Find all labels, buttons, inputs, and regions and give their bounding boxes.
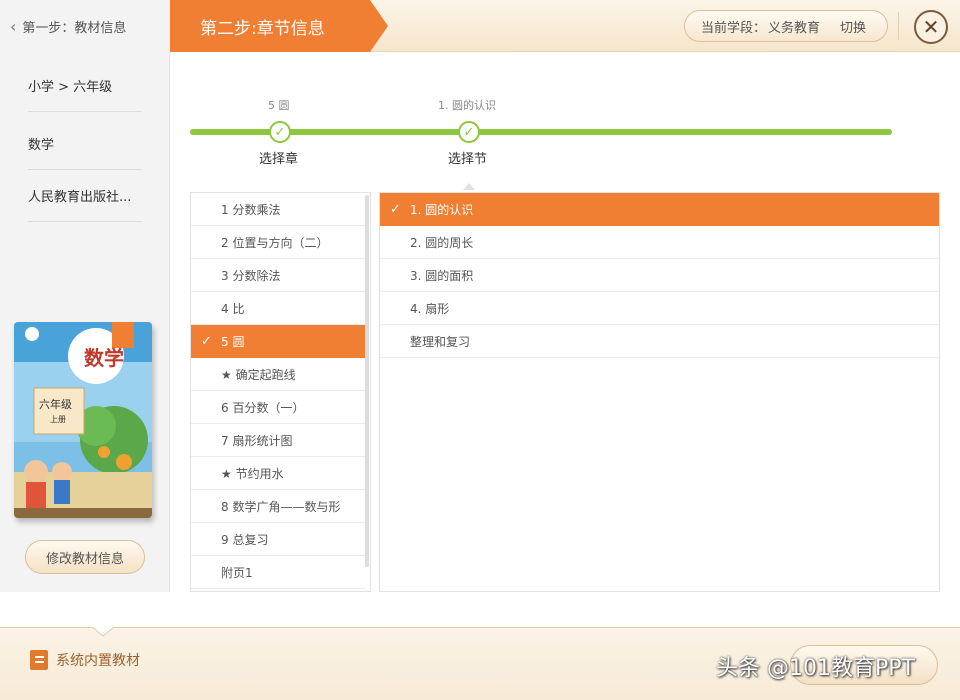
header-bar: ‹ 第一步：教材信息 第二步:章节信息 当前学段： 义务教育 切换 ✕ [0, 0, 960, 52]
chapter-item-selected[interactable]: ✓ 5 圆 [191, 325, 365, 358]
chapter-item[interactable]: 4 比 [191, 292, 365, 325]
chapter-label: 7 扇形统计图 [221, 433, 293, 448]
chapter-item[interactable]: 3 分数除法 [191, 259, 365, 292]
chapter-item[interactable]: 8 数学广角——数与形 [191, 490, 365, 523]
stage-label: 当前学段： [701, 20, 767, 36]
chapter-item[interactable]: 2 位置与方向（二） [191, 226, 365, 259]
chapter-label: 1 分数乘法 [221, 202, 281, 217]
close-button[interactable]: ✕ [914, 10, 948, 44]
step1-label: 第一步：教材信息 [22, 20, 127, 36]
builtin-textbook-label: 系统内置教材 [56, 653, 140, 669]
step1-back-button[interactable]: ‹ 第一步：教材信息 [0, 0, 170, 52]
chapter-item[interactable]: 附页1 [191, 556, 365, 589]
chapter-label: ★ 确定起跑线 [221, 367, 296, 382]
textbook-info-panel: 小学 > 六年级 数学 人民教育出版社... 数学 六年级 上册 修改教材信息 [0, 52, 170, 592]
chapter-list: 1 分数乘法 2 位置与方向（二） 3 分数除法 4 比 ✓ 5 圆 ★ 确定起… [190, 192, 371, 592]
chapter-label: 4 比 [221, 301, 245, 316]
caret-up-icon [463, 183, 475, 190]
step2-current-tab: 第二步:章节信息 [170, 0, 388, 52]
textbook-cover: 数学 六年级 上册 [14, 322, 152, 518]
chapter-list-scrollbar[interactable] [365, 195, 369, 567]
book-volume: 上册 [50, 415, 66, 424]
grade-info: 小学 > 六年级 [28, 60, 142, 112]
section-item[interactable]: 3. 圆的面积 [380, 259, 939, 292]
section-label: 4. 扇形 [410, 301, 450, 316]
section-item[interactable]: 整理和复习 [380, 325, 939, 358]
progress-step1-check-icon: ✓ [269, 121, 291, 143]
chapter-item[interactable]: 6 百分数（一） [191, 391, 365, 424]
check-icon: ✓ [390, 201, 401, 217]
chapter-label: ★ 节约用水 [221, 466, 284, 481]
chapter-item[interactable]: 9 总复习 [191, 523, 365, 556]
switch-stage-button[interactable]: 切换 [840, 17, 866, 36]
progress-step1-value: 5 圆 [268, 99, 290, 112]
watermark-text: 头条 @101教育PPT [716, 656, 915, 681]
chapter-item[interactable]: 1 分数乘法 [191, 193, 365, 226]
builtin-textbook-button[interactable]: 系统内置教材 [30, 650, 140, 670]
section-item-selected[interactable]: ✓ 1. 圆的认识 [380, 193, 939, 226]
document-icon [30, 650, 48, 670]
book-title: 数学 [84, 346, 124, 370]
chapter-label: 2 位置与方向（二） [221, 235, 329, 250]
book-grade: 六年级 [39, 398, 72, 411]
check-icon: ✓ [201, 333, 212, 349]
section-list: ✓ 1. 圆的认识 2. 圆的周长 3. 圆的面积 4. 扇形 整理和复习 [379, 192, 940, 592]
progress-step1-name: 选择章 [259, 152, 299, 167]
chapter-label: 8 数学广角——数与形 [221, 499, 341, 514]
chapter-label: 5 圆 [221, 334, 245, 349]
close-icon: ✕ [922, 15, 940, 39]
publisher-info: 人民教育出版社... [28, 170, 142, 222]
subject-info: 数学 [28, 118, 142, 170]
chapter-label: 附页1 [221, 565, 253, 580]
header-divider [898, 12, 899, 40]
modify-textbook-button[interactable]: 修改教材信息 [25, 540, 145, 574]
step2-label: 第二步:章节信息 [200, 19, 325, 39]
chapter-label: 9 总复习 [221, 532, 269, 547]
stage-value: 义务教育 [768, 20, 821, 36]
section-item[interactable]: 4. 扇形 [380, 292, 939, 325]
section-label: 1. 圆的认识 [410, 202, 474, 217]
chapter-item[interactable]: ★ 确定起跑线 [191, 358, 365, 391]
chevron-left-icon: ‹ [10, 16, 17, 36]
check-icon: ✓ [274, 124, 286, 140]
progress-step2-value: 1. 圆的认识 [438, 99, 496, 112]
textbook-cover-illustration [14, 322, 152, 518]
footer-notch [92, 627, 114, 637]
section-label: 3. 圆的面积 [410, 268, 474, 283]
section-label: 整理和复习 [410, 334, 471, 349]
check-icon: ✓ [463, 124, 475, 140]
progress-track [190, 129, 892, 135]
section-item[interactable]: 2. 圆的周长 [380, 226, 939, 259]
chapter-item[interactable]: ★ 节约用水 [191, 457, 365, 490]
stage-selector: 当前学段： 义务教育 切换 [684, 10, 888, 42]
progress-step2-check-icon: ✓ [458, 121, 480, 143]
chapter-label: 3 分数除法 [221, 268, 281, 283]
chapter-label: 6 百分数（一） [221, 400, 305, 415]
chapter-item[interactable]: 7 扇形统计图 [191, 424, 365, 457]
progress-step2-name: 选择节 [448, 152, 488, 167]
section-label: 2. 圆的周长 [410, 235, 474, 250]
